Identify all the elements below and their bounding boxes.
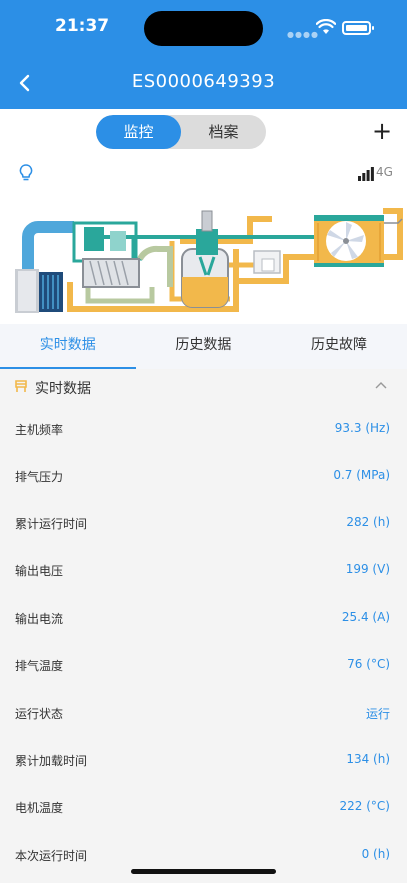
row-value: 199 (V): [345, 562, 390, 576]
chevron-up-icon[interactable]: [375, 381, 387, 389]
row-label: 累计加载时间: [15, 754, 88, 768]
row-value: 0 (h): [361, 847, 390, 861]
data-row: 排气压力 0.7 (MPa): [0, 454, 407, 501]
tab-history-data[interactable]: 历史数据: [136, 324, 272, 369]
section-header[interactable]: 实时数据: [0, 369, 407, 405]
row-label: 本次运行时间: [15, 849, 88, 863]
data-section-icon: [15, 380, 27, 392]
row-value: 222 (°C): [339, 799, 390, 813]
data-row: 排气温度 76 (°C): [0, 643, 407, 690]
data-row: 累计运行时间 282 (h): [0, 501, 407, 548]
data-row: 主机频率 93.3 (Hz): [0, 407, 407, 454]
page-title: ES0000649393: [131, 71, 276, 92]
data-row: 输出电流 25.4 (A): [0, 596, 407, 643]
row-value: 运行: [365, 707, 390, 721]
section-title: 实时数据: [35, 381, 91, 397]
row-label: 输出电流: [15, 612, 64, 626]
segmented-control: 监控 档案: [96, 115, 266, 149]
row-value: 76 (°C): [347, 657, 390, 671]
add-icon[interactable]: +: [372, 119, 392, 143]
segment-archive[interactable]: 档案: [181, 115, 266, 149]
dynamic-island: [144, 11, 263, 46]
row-label: 主机频率: [15, 423, 64, 437]
cellular-dots-icon: ●●●●: [287, 30, 319, 39]
compressor-diagram: 4G: [0, 159, 407, 324]
row-label: 累计运行时间: [15, 517, 88, 531]
row-label: 电机温度: [15, 801, 64, 815]
data-row: 输出电压 199 (V): [0, 548, 407, 595]
battery-icon: [342, 21, 374, 35]
wifi-icon: [316, 19, 336, 34]
row-value: 25.4 (A): [341, 610, 390, 624]
row-value: 134 (h): [346, 752, 390, 766]
row-label: 运行状态: [15, 707, 64, 721]
row-label: 输出电压: [15, 564, 64, 578]
segment-bar: 监控 档案 +: [0, 109, 407, 159]
row-value: 282 (h): [346, 515, 390, 529]
row-value: 93.3 (Hz): [334, 421, 390, 435]
tab-realtime-data[interactable]: 实时数据: [0, 324, 136, 369]
data-row: 电机温度 222 (°C): [0, 785, 407, 832]
compressor-schematic: [15, 208, 403, 313]
header-bar: 21:37 ●●●● ES0000649393: [0, 0, 407, 109]
home-indicator[interactable]: [131, 869, 276, 874]
data-row: 累计加载时间 134 (h): [0, 738, 407, 785]
status-time: 21:37: [55, 16, 110, 36]
row-value: 0.7 (MPa): [333, 468, 390, 482]
segment-monitor[interactable]: 监控: [96, 115, 181, 149]
data-tabs: 实时数据 历史数据 历史故障: [0, 324, 407, 369]
row-label: 排气温度: [15, 659, 64, 673]
data-row: 运行状态 运行: [0, 691, 407, 738]
tab-history-faults[interactable]: 历史故障: [271, 324, 407, 369]
row-label: 排气压力: [15, 470, 64, 484]
